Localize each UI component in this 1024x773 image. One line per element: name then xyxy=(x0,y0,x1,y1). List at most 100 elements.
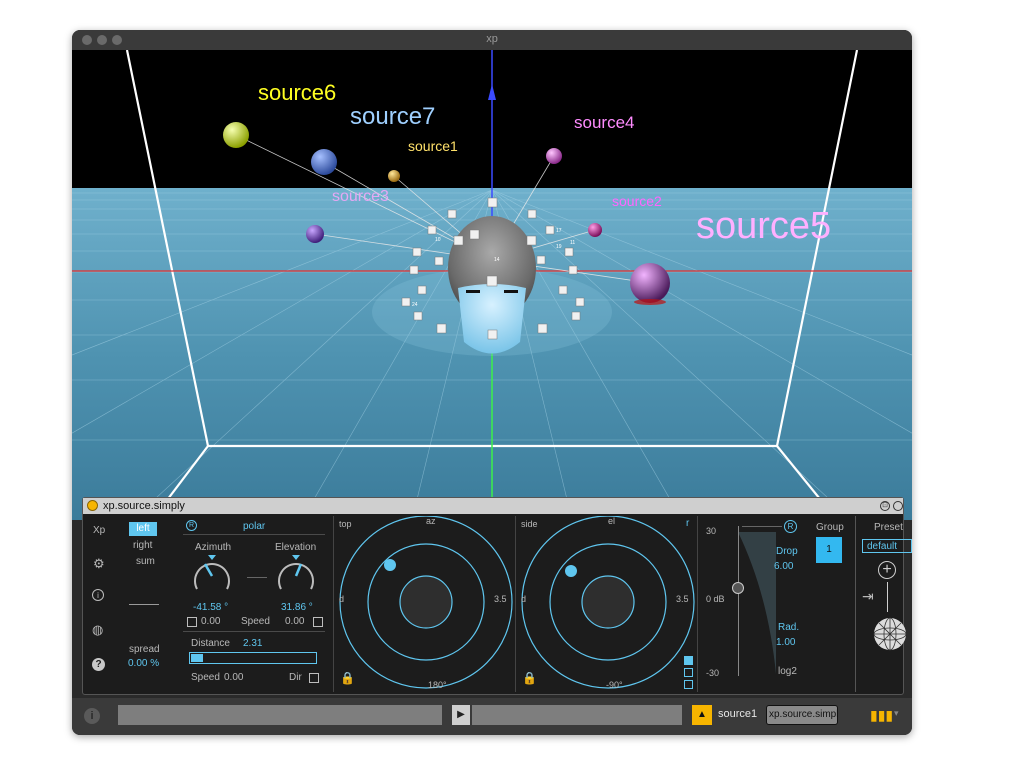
group-value-box[interactable]: 1 xyxy=(816,537,842,563)
mode-right-button[interactable]: right xyxy=(133,540,152,551)
track-up-icon[interactable]: ▲ xyxy=(692,705,712,725)
elevation-speed-checkbox[interactable] xyxy=(313,617,323,627)
rad-label: Rad. xyxy=(778,622,800,633)
drop-value[interactable]: 6.00 xyxy=(774,561,793,572)
speaker-number-label: 24 xyxy=(412,302,418,308)
mode-left-button[interactable]: left xyxy=(129,522,157,536)
azimuth-knob[interactable] xyxy=(187,554,237,598)
gain-reset-button[interactable]: R xyxy=(784,520,797,533)
azimuth-speed-checkbox[interactable] xyxy=(187,617,197,627)
head-face xyxy=(458,284,526,354)
source6-label: source6 xyxy=(258,80,337,105)
dir-checkbox[interactable] xyxy=(309,673,319,683)
azimuth-speed-value[interactable]: 0.00 xyxy=(201,616,220,627)
polar-mode-label[interactable]: polar xyxy=(243,521,265,532)
side-view-el-label: el xyxy=(608,516,616,526)
source7-sphere[interactable] xyxy=(311,149,337,175)
help-icon[interactable]: ? xyxy=(92,658,105,671)
import-preset-icon[interactable]: ⇥ xyxy=(862,588,874,605)
speaker-number-label: 17 xyxy=(556,228,562,234)
gain-slider-thumb[interactable] xyxy=(732,582,744,594)
mode-sum-button[interactable]: sum xyxy=(136,556,155,567)
top-view-d-label: d xyxy=(339,594,345,604)
device-hotswap-icon[interactable]: ⊡ xyxy=(880,501,890,511)
play-icon[interactable]: ▶ xyxy=(452,705,470,725)
side-view-r-label[interactable]: r xyxy=(686,518,689,529)
spread-value[interactable]: 0.00 % xyxy=(128,658,159,669)
source1-sphere[interactable] xyxy=(388,170,400,182)
source2-sphere[interactable] xyxy=(588,223,602,237)
device-fold-icon[interactable] xyxy=(893,501,903,511)
top-view-radar xyxy=(339,516,513,689)
speaker-number-label: 11 xyxy=(570,240,575,246)
view-option-3-checkbox[interactable] xyxy=(684,680,693,689)
source6-sphere[interactable] xyxy=(223,122,249,148)
group-label: Group xyxy=(816,522,844,533)
spatial-3d-view[interactable]: 14 24 17 19 10 11 source6 source7 source… xyxy=(72,50,912,520)
side-view-panel[interactable]: side el r d 3.5 -90° 🔒 xyxy=(515,516,698,692)
device-name-field[interactable]: xp.source.simply xyxy=(766,705,838,725)
scene-canvas: 14 24 17 19 10 11 xyxy=(72,50,912,520)
polar-reset-button[interactable]: R xyxy=(186,520,197,531)
top-view-az-label: az xyxy=(426,516,436,526)
distance-speed-value[interactable]: 0.00 xyxy=(224,672,243,683)
distance-speed-label: Speed xyxy=(191,672,220,683)
source7-label: source7 xyxy=(350,103,436,130)
source4-sphere[interactable] xyxy=(546,148,562,164)
gain-slider-track[interactable] xyxy=(738,526,739,676)
top-view-label: top xyxy=(339,519,352,529)
side-view-lock-icon[interactable]: 🔒 xyxy=(522,671,537,685)
globe-icon[interactable]: ◍ xyxy=(92,622,103,638)
elevation-label: Elevation xyxy=(275,542,317,553)
side-view-bottom-label: -90° xyxy=(606,680,623,690)
xp-window: xp 14 24 17 19 10 11 source6 source7 sou… xyxy=(72,30,912,735)
chevron-down-icon[interactable]: ▾ xyxy=(894,708,899,719)
view-option-2-checkbox[interactable] xyxy=(684,668,693,677)
distance-slider[interactable] xyxy=(189,652,317,664)
gear-icon[interactable]: ⚙ xyxy=(93,556,105,572)
speaker-number-label: 14 xyxy=(494,257,500,263)
speaker-number-label: 10 xyxy=(435,237,441,243)
gain-mid-label: 0 dB xyxy=(706,594,725,604)
side-view-d-label: d xyxy=(521,594,527,604)
top-view-range-label: 3.5 xyxy=(494,594,507,604)
speaker-number-label: 19 xyxy=(556,244,562,250)
side-view-radar xyxy=(521,516,695,689)
dir-label: Dir xyxy=(289,672,302,683)
source2-label: source2 xyxy=(612,193,662,209)
elevation-speed-value[interactable]: 0.00 xyxy=(285,616,304,627)
preset-label: Preset xyxy=(874,522,903,533)
add-preset-icon[interactable]: + xyxy=(878,561,896,579)
window-title: xp xyxy=(486,33,498,45)
side-view-label: side xyxy=(521,519,538,529)
source5-sphere[interactable] xyxy=(630,263,670,303)
elevation-knob[interactable] xyxy=(271,554,321,598)
azimuth-value[interactable]: -41.58 ° xyxy=(193,602,228,613)
source5-label: source5 xyxy=(696,205,832,247)
distance-slider-fill xyxy=(191,654,203,662)
status-field-left xyxy=(118,705,442,725)
source4-label: source4 xyxy=(574,113,635,132)
preset-section: Preset default + ⇥ xyxy=(855,516,912,692)
meter-icon[interactable]: ▮▮▮ xyxy=(870,707,893,724)
gain-scale-label[interactable]: log2 xyxy=(778,666,797,677)
window-titlebar: xp xyxy=(72,30,912,50)
info-view-icon[interactable]: i xyxy=(84,708,100,724)
preset-select[interactable]: default xyxy=(862,539,912,553)
top-view-lock-icon[interactable]: 🔒 xyxy=(340,671,355,685)
elevation-value[interactable]: 31.86 ° xyxy=(281,602,313,613)
source3-label: source3 xyxy=(332,188,389,205)
side-view-source-dot xyxy=(565,565,577,577)
track-name-label[interactable]: source1 xyxy=(718,708,757,720)
xp-menu-title: Xp xyxy=(93,525,106,536)
rad-value[interactable]: 1.00 xyxy=(776,637,795,648)
source3-sphere[interactable] xyxy=(306,225,324,243)
distance-value[interactable]: 2.31 xyxy=(243,638,262,649)
info-icon[interactable]: i xyxy=(92,589,104,601)
view-option-1-checkbox[interactable] xyxy=(684,656,693,665)
azimuth-label: Azimuth xyxy=(195,542,232,553)
sphere-preview-icon xyxy=(873,617,907,651)
device-activator-button[interactable] xyxy=(87,500,98,511)
distance-label: Distance xyxy=(191,638,230,649)
top-view-panel[interactable]: top az d 3.5 180° 🔒 xyxy=(333,516,516,692)
